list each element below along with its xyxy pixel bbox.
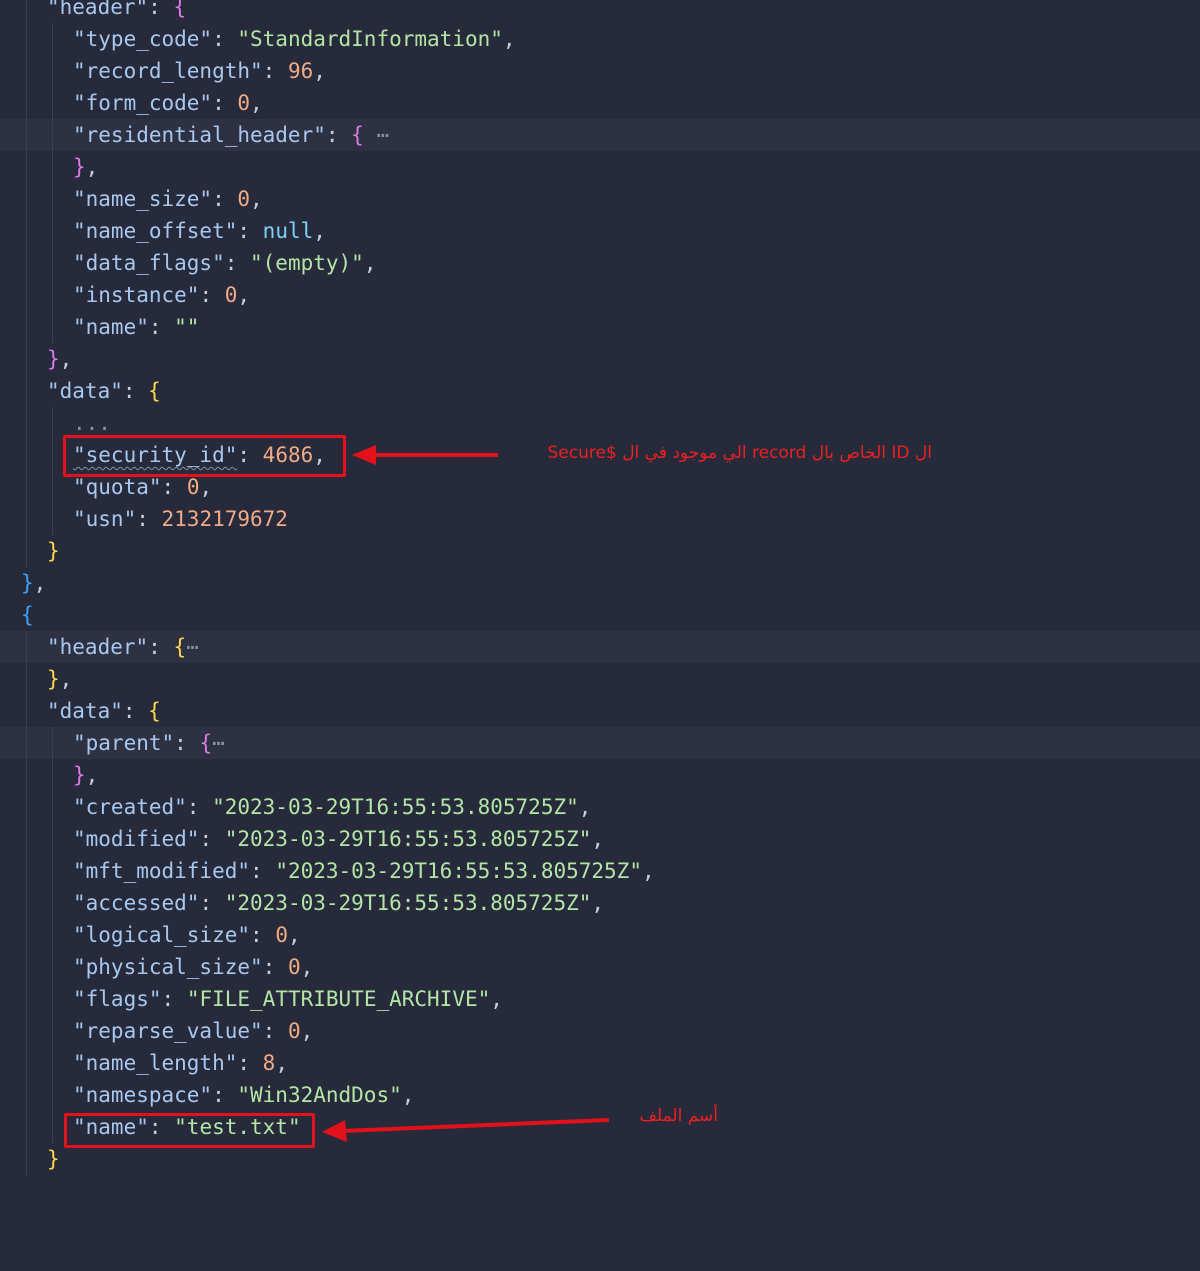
security-id-annotation: ال ID الخاص بال record الي موجود في ال $…: [547, 443, 932, 463]
annotation-arrows: [322, 445, 610, 1142]
security-arrow-icon: [352, 445, 498, 465]
file-name-annotation: أسم الملف: [639, 1106, 718, 1126]
name-arrow-icon: [322, 1118, 610, 1142]
